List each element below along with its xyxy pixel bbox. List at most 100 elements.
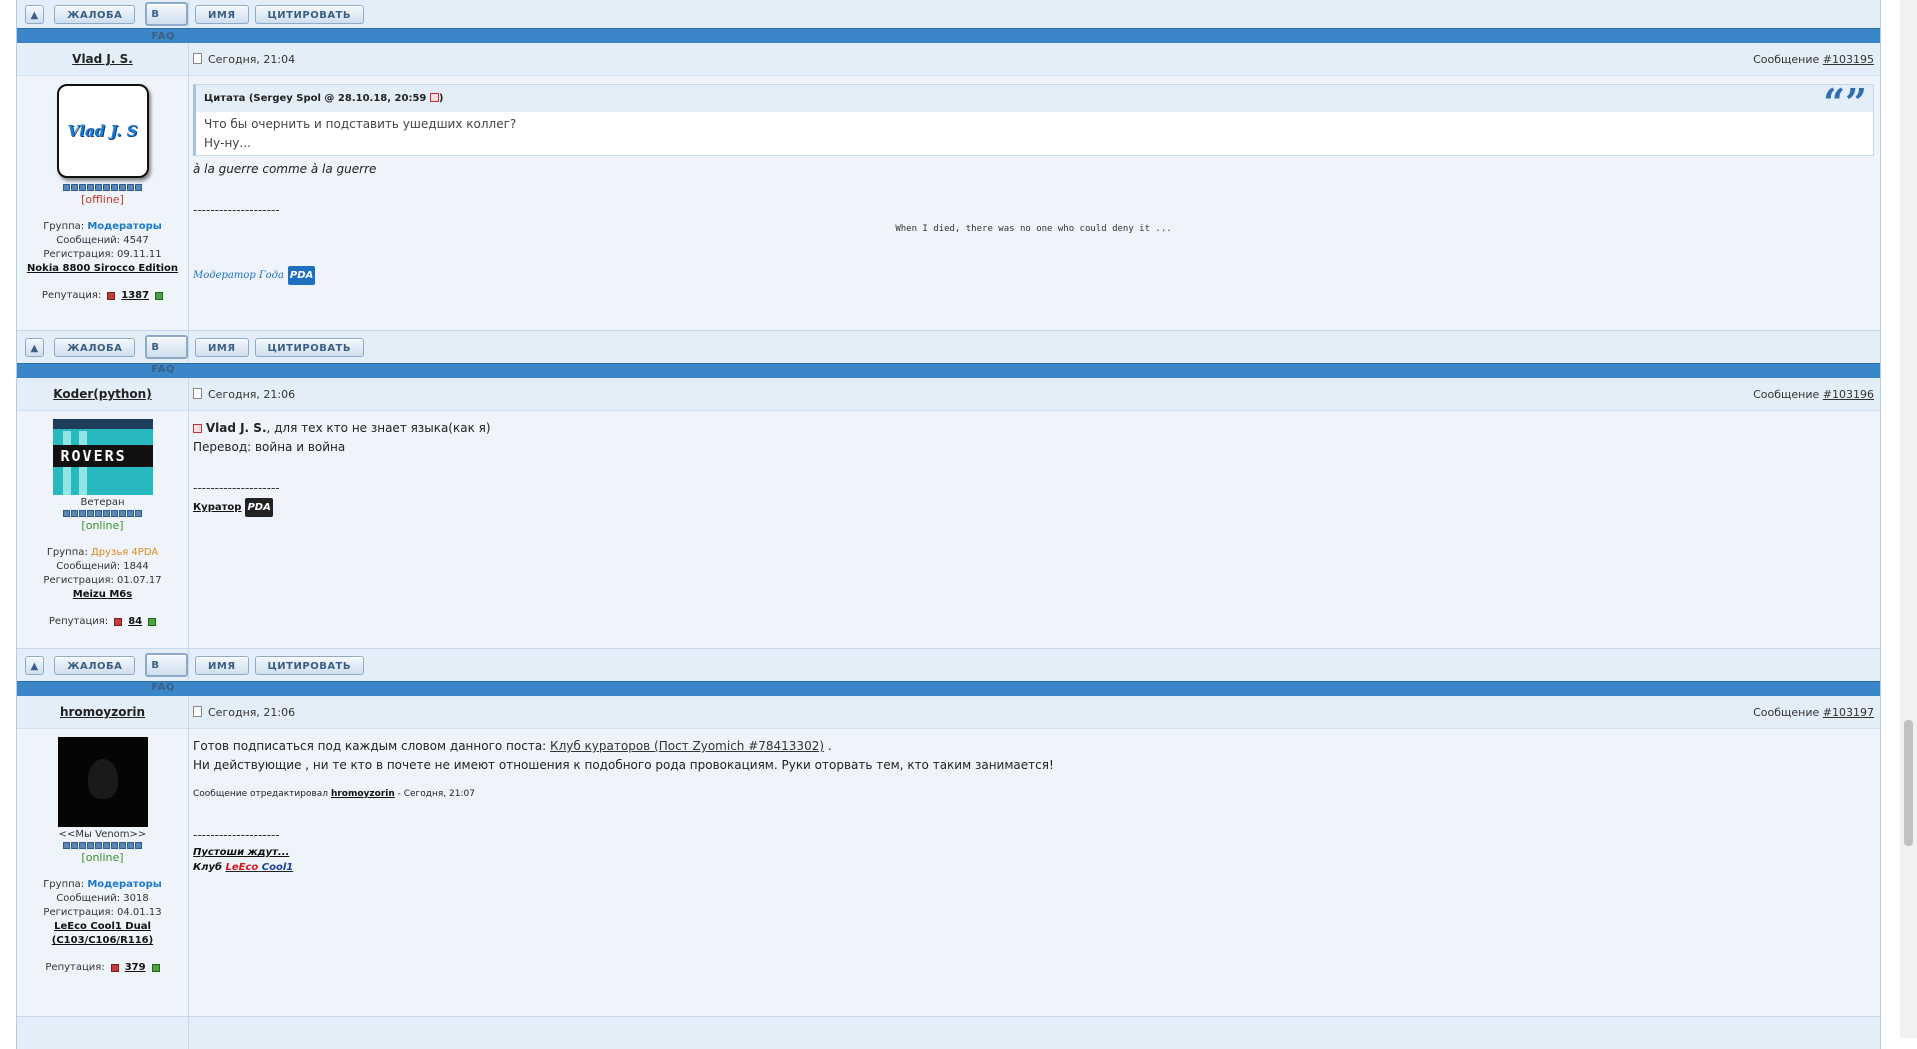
avatar[interactable]: ROVERS [52, 419, 153, 495]
signature-divider: -------------------- [193, 828, 280, 842]
name-button[interactable]: ИМЯ [195, 655, 249, 675]
post-header: Сегодня, 21:06 Сообщение #103197 [189, 696, 1880, 729]
signature-quote: When I died, there was no one who could … [895, 224, 1172, 234]
complain-button[interactable]: ЖАЛОБА [54, 337, 136, 357]
author-link[interactable]: hromoyzorin [60, 705, 145, 719]
message-count: Сообщений: 4547 [56, 235, 149, 246]
message-number-link[interactable]: #103195 [1823, 53, 1874, 66]
reputation-value[interactable]: 379 [125, 962, 146, 973]
author-link[interactable]: Vlad J. S. [72, 52, 133, 66]
post-separator [17, 681, 1880, 696]
message-number-link[interactable]: #103197 [1823, 706, 1874, 719]
group-name[interactable]: Модераторы [87, 879, 161, 890]
faq-button[interactable]: В FAQ [145, 653, 188, 693]
device-link[interactable]: LeEco Cool1 Dual (C103/C106/R116) [52, 921, 153, 946]
post-actions-bar: ▲ ЖАЛОБА В FAQ ИМЯ ЦИТИРОВАТЬ [17, 330, 1880, 375]
reputation: Репутация: 1387 [17, 290, 188, 301]
post-body: Vlad J. S., для тех кто не знает языка(к… [189, 411, 1880, 517]
quote-header: Цитата (Sergey Spol @ 28.10.18, 20:59 ) [196, 85, 1873, 112]
device-link[interactable]: Meizu M6s [73, 589, 132, 600]
registration-date: Регистрация: 01.07.17 [43, 575, 162, 586]
scroll-top-button[interactable]: ▲ [25, 4, 45, 24]
post-body: Готов подписаться под каждым словом данн… [189, 729, 1880, 875]
faq-button[interactable]: В FAQ [145, 2, 188, 42]
status-badge: [online] [81, 519, 124, 532]
author-name-cell: hromoyzorin [17, 696, 188, 729]
faq-button[interactable]: В FAQ [145, 335, 188, 375]
complain-button[interactable]: ЖАЛОБА [54, 655, 136, 675]
author-info: Группа: Модераторы Сообщений: 4547 Регис… [17, 220, 188, 276]
signature-badge: Модератор Года PDA [193, 265, 1874, 285]
post-date: Сегодня, 21:04 [208, 52, 296, 66]
group-name[interactable]: Друзья 4PDA [91, 547, 158, 558]
signature-divider: -------------------- [193, 203, 280, 217]
avatar-text: ROVERS [60, 447, 127, 465]
post-actions-left: ▲ ЖАЛОБА В FAQ [17, 0, 189, 42]
scroll-top-button[interactable]: ▲ [25, 337, 45, 357]
complain-button[interactable]: ЖАЛОБА [54, 4, 136, 24]
quote-block: Цитата (Sergey Spol @ 28.10.18, 20:59 ) … [193, 80, 1874, 156]
reputation-plus-icon[interactable] [151, 963, 160, 972]
scrollbar-thumb[interactable] [1904, 720, 1913, 846]
post-content-panel: Сегодня, 21:04 Сообщение #103195 Цитата … [189, 43, 1880, 330]
quoted-post-link[interactable]: Клуб кураторов (Пост Zyomich #78413302) [550, 739, 824, 753]
signature-link[interactable]: Пустоши ждут... [193, 847, 289, 858]
signature-club-link[interactable]: LeEco Cool1 [225, 862, 293, 873]
pda-logo-icon: PDA [245, 498, 273, 517]
page-scrollbar[interactable] [1900, 0, 1917, 1038]
post: hromoyzorin <<Мы Venom>> [online] Группа… [17, 696, 1880, 1016]
reputation-plus-icon[interactable] [148, 617, 157, 626]
mention-icon[interactable] [193, 424, 202, 433]
reputation: Репутация: 84 [17, 616, 188, 627]
reputation-minus-icon[interactable] [110, 963, 119, 972]
quote-button[interactable]: ЦИТИРОВАТЬ [254, 337, 365, 357]
reputation-value[interactable]: 84 [128, 616, 142, 627]
post-text: Готов подписаться под каждым словом данн… [193, 739, 832, 753]
quote-mark-icon: “” [1823, 80, 1867, 125]
document-icon [193, 52, 202, 64]
registration-date: Регистрация: 04.01.13 [43, 907, 162, 918]
document-icon [193, 705, 202, 717]
group-name[interactable]: Модераторы [87, 221, 161, 232]
post-content-panel: Сегодня, 21:06 Сообщение #103196 Vlad J.… [189, 378, 1880, 648]
reputation-label: Репутация: [41, 290, 102, 301]
device-link[interactable]: Nokia 8800 Sirocco Edition [27, 263, 178, 274]
user-title: <<Мы Venom>> [58, 829, 147, 840]
group-label: Группа: [43, 221, 85, 232]
quote-jump-icon[interactable] [429, 93, 439, 102]
edited-note: Сообщение отредактировал hromoyzorin - С… [193, 789, 475, 799]
post-separator [17, 363, 1880, 378]
signature-badge: Куратор PDA [193, 498, 1874, 517]
avatar[interactable] [57, 737, 148, 827]
avatar[interactable]: Vlad J. S [56, 84, 149, 178]
reputation-minus-icon[interactable] [107, 291, 116, 300]
editor-link[interactable]: hromoyzorin [331, 789, 395, 799]
post-text-line: Ни действующие , ни те кто в почете не и… [193, 758, 1054, 772]
user-title: Ветеран [80, 497, 125, 508]
scroll-top-button[interactable]: ▲ [25, 655, 45, 675]
status-badge: [online] [81, 851, 124, 864]
name-button[interactable]: ИМЯ [195, 337, 249, 357]
document-icon [193, 387, 202, 399]
post-author-panel: hromoyzorin <<Мы Venom>> [online] Группа… [17, 696, 189, 1016]
name-button[interactable]: ИМЯ [195, 4, 249, 24]
mention-name[interactable]: Vlad J. S. [206, 421, 267, 435]
message-label: Сообщение [1753, 52, 1820, 66]
quote-button[interactable]: ЦИТИРОВАТЬ [254, 655, 365, 675]
post-actions-bar: ▲ ЖАЛОБА В FAQ ИМЯ ЦИТИРОВАТЬ [17, 648, 1880, 693]
signature: Пустоши ждут... Клуб LeEco Cool1 [193, 847, 294, 873]
reputation-plus-icon[interactable] [155, 291, 164, 300]
message-count: Сообщений: 3018 [56, 893, 149, 904]
reputation-minus-icon[interactable] [114, 617, 123, 626]
reputation-value[interactable]: 1387 [121, 290, 149, 301]
reputation: Репутация: 379 [17, 962, 188, 973]
message-count: Сообщений: 1844 [56, 561, 149, 572]
message-number-link[interactable]: #103196 [1823, 388, 1874, 401]
quote-button[interactable]: ЦИТИРОВАТЬ [254, 4, 365, 24]
author-link[interactable]: Koder(python) [53, 387, 151, 401]
post-date: Сегодня, 21:06 [208, 387, 296, 401]
rank-indicator [17, 842, 188, 849]
pda-logo-icon: PDA [287, 266, 316, 285]
forum-thread: ▲ ЖАЛОБА В FAQ ИМЯ ЦИТИРОВАТЬ Vlad J. S.… [16, 0, 1881, 1049]
avatar-text: Vlad J. S [67, 122, 138, 140]
